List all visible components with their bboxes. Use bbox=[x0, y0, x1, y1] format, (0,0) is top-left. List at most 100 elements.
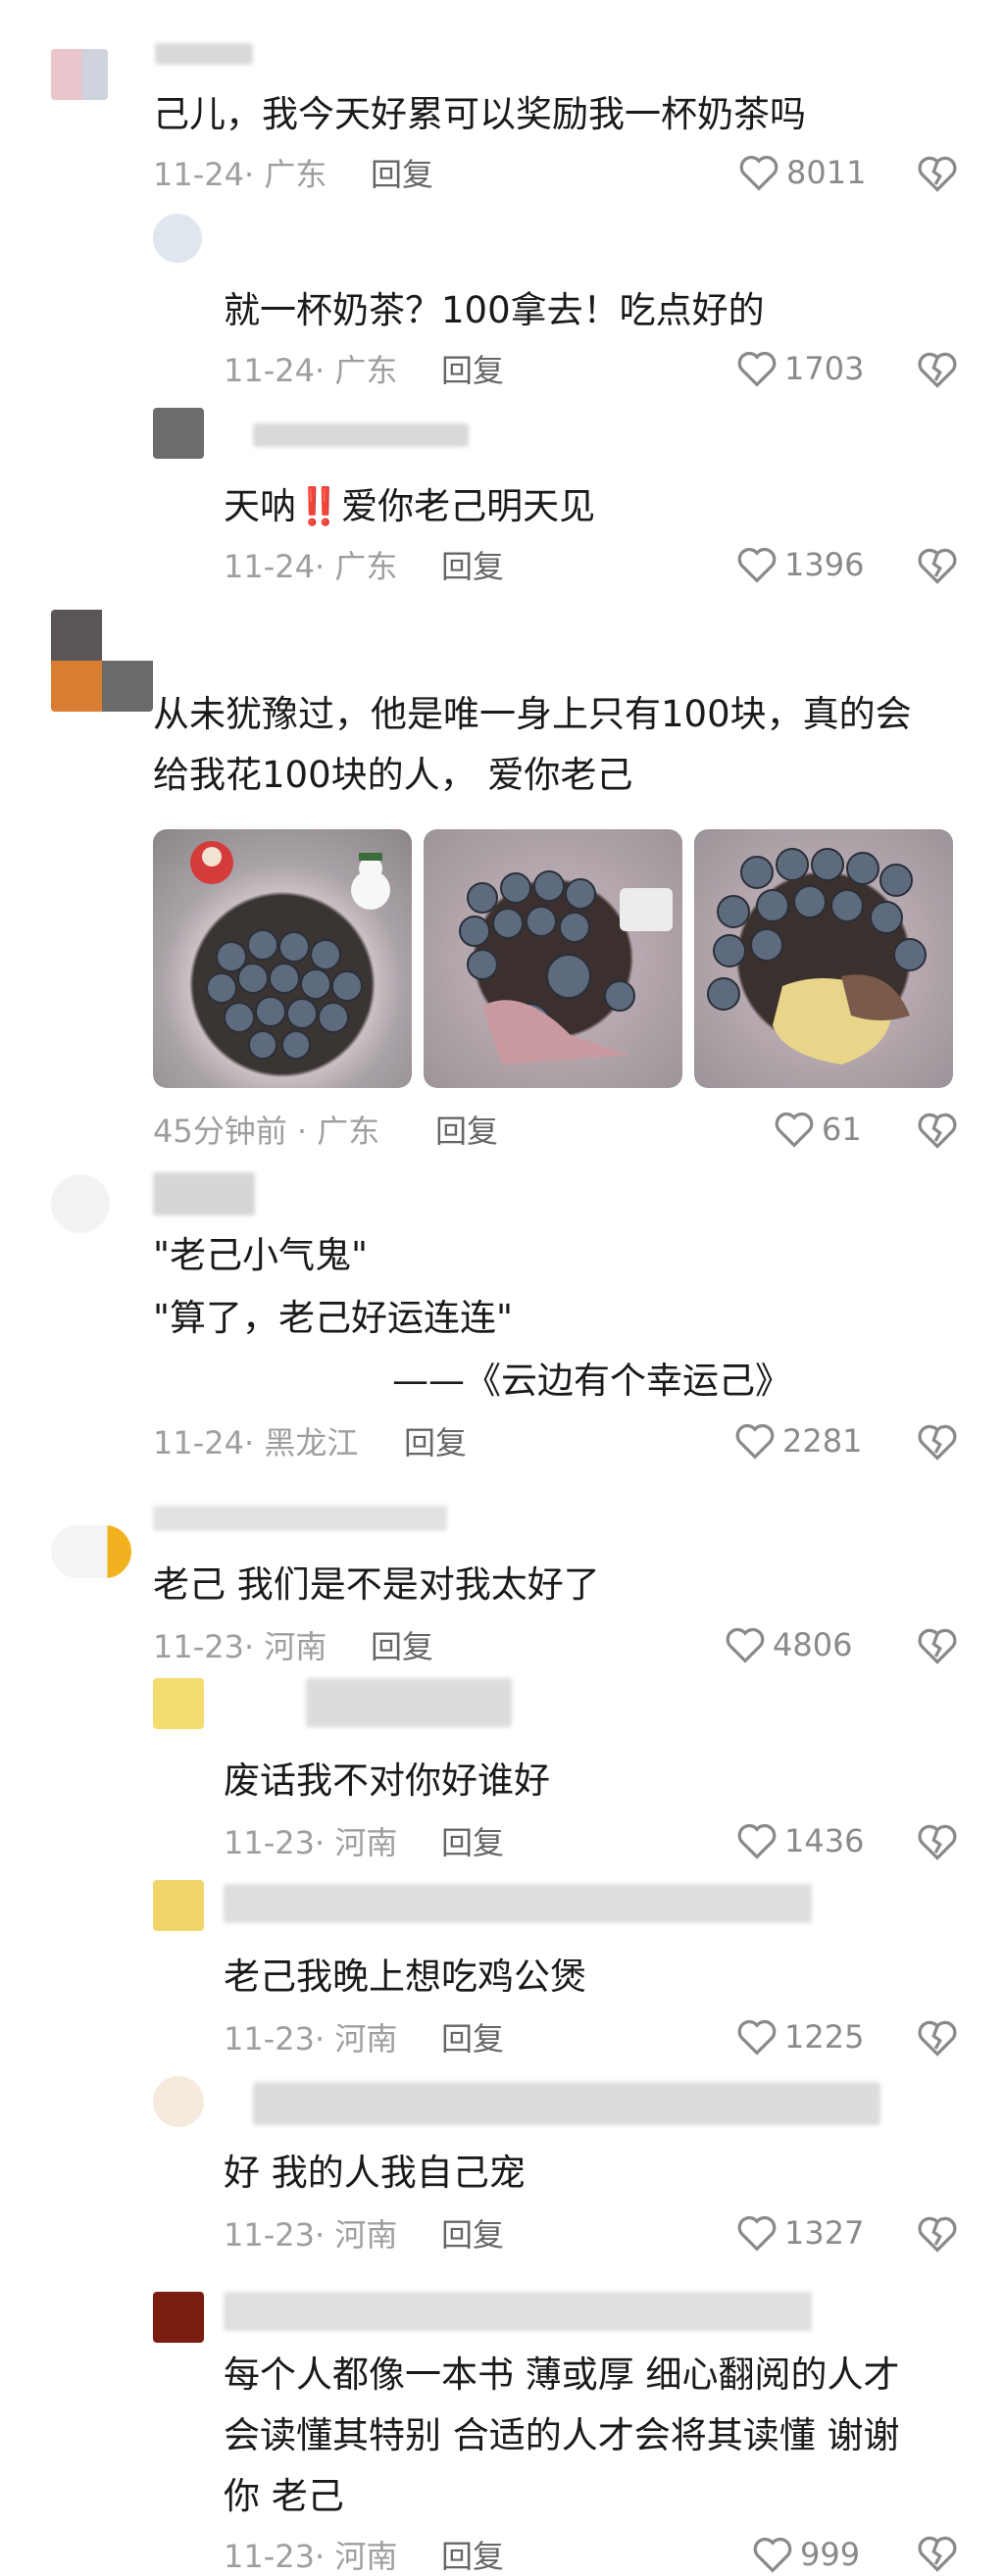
dislike-icon[interactable] bbox=[916, 349, 959, 390]
heart-icon bbox=[735, 1423, 775, 1460]
heart-icon bbox=[753, 2537, 792, 2573]
comment-text-line2: 会读懂其特别 合适的人才会将其读懂 谢谢 bbox=[224, 2414, 900, 2456]
avatar[interactable] bbox=[153, 408, 204, 459]
heart-icon bbox=[726, 1627, 765, 1663]
avatar[interactable] bbox=[153, 2076, 204, 2127]
reply-button[interactable]: 回复 bbox=[441, 2019, 504, 2058]
like-count: 1436 bbox=[784, 1822, 865, 1859]
username[interactable] bbox=[224, 2292, 812, 2331]
comment-text-line3: 你 老己 bbox=[224, 2475, 344, 2517]
heart-icon bbox=[775, 1112, 814, 1148]
comment-meta: 11-24· 广东 bbox=[224, 352, 398, 389]
comment-photo-3[interactable] bbox=[694, 829, 953, 1088]
username[interactable] bbox=[253, 2082, 880, 2125]
dislike-icon[interactable] bbox=[916, 1821, 959, 1862]
heart-icon bbox=[739, 155, 778, 191]
heart-icon bbox=[737, 351, 777, 387]
like-button[interactable]: 1703 bbox=[735, 349, 864, 388]
dislike-icon[interactable] bbox=[916, 1625, 959, 1666]
like-button[interactable]: 999 bbox=[751, 2535, 860, 2574]
comment-text: 己儿，我今天好累可以奖励我一杯奶茶吗 bbox=[153, 93, 806, 135]
avatar[interactable] bbox=[51, 610, 153, 712]
like-button[interactable]: 1327 bbox=[735, 2213, 864, 2253]
reply-button[interactable]: 回复 bbox=[441, 2215, 504, 2254]
like-button[interactable]: 1436 bbox=[735, 1821, 864, 1860]
comment-meta: 11-23· 河南 bbox=[224, 2020, 398, 2057]
reply-button[interactable]: 回复 bbox=[435, 1112, 498, 1151]
comment-meta: 45分钟前 · 广东 bbox=[153, 1113, 380, 1150]
avatar[interactable] bbox=[51, 1174, 110, 1233]
comment-photo-1[interactable] bbox=[153, 829, 412, 1088]
heart-icon bbox=[737, 2215, 777, 2252]
username[interactable] bbox=[224, 1884, 812, 1923]
comment-text-line1: 每个人都像一本书 薄或厚 细心翻阅的人才 bbox=[224, 2353, 900, 2396]
reply-button[interactable]: 回复 bbox=[441, 351, 504, 390]
reply-button[interactable]: 回复 bbox=[371, 1627, 433, 1666]
username[interactable] bbox=[155, 43, 253, 65]
comment-meta: 11-23· 河南 bbox=[153, 1628, 327, 1665]
comment-text: 老己 我们是不是对我太好了 bbox=[153, 1563, 600, 1606]
dislike-icon[interactable] bbox=[916, 545, 959, 586]
avatar[interactable] bbox=[51, 1525, 131, 1578]
reply-button[interactable]: 回复 bbox=[371, 155, 433, 194]
like-button[interactable]: 1396 bbox=[735, 545, 864, 584]
like-count: 1327 bbox=[784, 2214, 865, 2252]
comment-text: 废话我不对你好谁好 bbox=[224, 1759, 550, 1802]
comment-meta: 11-24· 广东 bbox=[224, 548, 398, 585]
heart-icon bbox=[737, 2019, 777, 2056]
comment-text-line2: 给我花100块的人， 爱你老己 bbox=[153, 754, 633, 796]
like-count: 61 bbox=[822, 1111, 862, 1148]
comment-photo-2[interactable] bbox=[424, 829, 682, 1088]
dislike-icon[interactable] bbox=[916, 1110, 959, 1151]
avatar[interactable] bbox=[153, 1678, 204, 1729]
dislike-icon[interactable] bbox=[916, 153, 959, 194]
like-button[interactable]: 2281 bbox=[733, 1421, 862, 1461]
avatar[interactable] bbox=[153, 1880, 204, 1931]
reply-button[interactable]: 回复 bbox=[441, 547, 504, 586]
blueberry-cake-image bbox=[707, 848, 927, 1065]
comment-text: 老己我晚上想吃鸡公煲 bbox=[224, 1956, 586, 1998]
comment-meta: 11-23· 河南 bbox=[224, 1824, 398, 1861]
like-count: 999 bbox=[800, 2536, 861, 2573]
avatar[interactable] bbox=[153, 214, 202, 263]
reply-button[interactable]: 回复 bbox=[441, 2537, 504, 2576]
comment-text: 好 我的人我自己宠 bbox=[224, 2152, 526, 2194]
like-button[interactable]: 61 bbox=[773, 1110, 862, 1149]
dislike-icon[interactable] bbox=[916, 2213, 959, 2254]
username[interactable] bbox=[306, 1678, 512, 1727]
username[interactable] bbox=[253, 423, 469, 447]
blueberry-cake-image bbox=[459, 870, 673, 1065]
blueberry-cake-image bbox=[190, 841, 390, 1060]
dislike-icon[interactable] bbox=[916, 1421, 959, 1462]
like-count: 4806 bbox=[773, 1626, 853, 1663]
comment-meta: 11-24· 广东 bbox=[153, 156, 327, 193]
username[interactable] bbox=[153, 1172, 255, 1215]
comment-text-end: 爱你老己明天见 bbox=[341, 485, 596, 527]
comment-text-line2: "算了，老己好运连连" bbox=[153, 1297, 514, 1339]
comment-meta: 11-23· 河南 bbox=[224, 2538, 398, 2575]
like-count: 1396 bbox=[784, 546, 865, 583]
comment-text: 就一杯奶茶？100拿去！吃点好的 bbox=[224, 289, 765, 331]
like-count: 1225 bbox=[784, 2018, 865, 2056]
avatar[interactable] bbox=[153, 2292, 204, 2343]
comment-text-line3: ——《云边有个幸运己》 bbox=[392, 1360, 791, 1402]
like-button[interactable]: 1225 bbox=[735, 2017, 864, 2056]
reply-button[interactable]: 回复 bbox=[404, 1423, 467, 1462]
dislike-icon[interactable] bbox=[916, 2533, 959, 2574]
reply-button[interactable]: 回复 bbox=[441, 1823, 504, 1862]
like-button[interactable]: 8011 bbox=[737, 153, 866, 192]
like-count: 8011 bbox=[786, 154, 867, 191]
avatar[interactable] bbox=[51, 49, 108, 100]
like-count: 2281 bbox=[782, 1422, 863, 1460]
like-button[interactable]: 4806 bbox=[724, 1625, 852, 1664]
dislike-icon[interactable] bbox=[916, 2017, 959, 2058]
username[interactable] bbox=[153, 1506, 447, 1531]
comment-meta: 11-24· 黑龙江 bbox=[153, 1424, 359, 1461]
double-exclamation-emoji: ‼️ bbox=[296, 485, 342, 527]
comment-text: 天呐‼️爱你老己明天见 bbox=[224, 476, 595, 537]
comment-meta: 11-23· 河南 bbox=[224, 2216, 398, 2254]
comment-text-line1: 从未犹豫过，他是唯一身上只有100块，真的会 bbox=[153, 693, 912, 735]
comment-text-start: 天呐 bbox=[224, 485, 296, 527]
heart-icon bbox=[737, 547, 777, 583]
heart-icon bbox=[737, 1823, 777, 1859]
